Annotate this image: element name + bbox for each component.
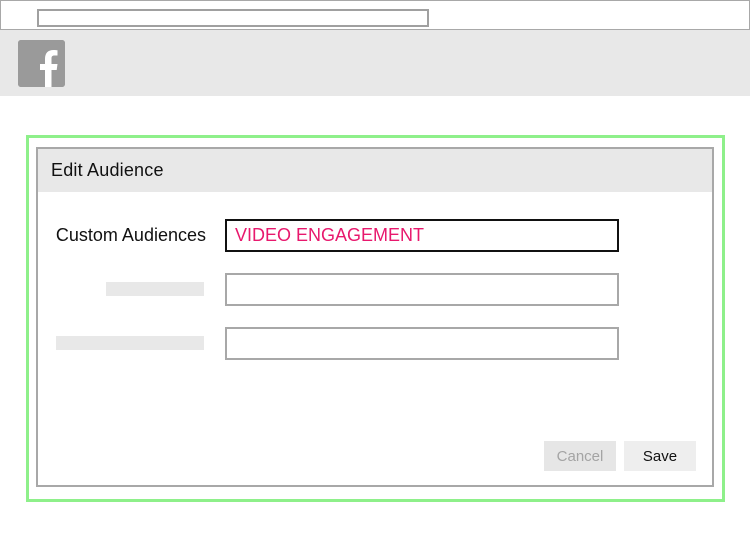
field-label-placeholder: [56, 336, 204, 350]
site-header: [0, 30, 750, 96]
field-label-placeholder: [106, 282, 204, 296]
edit-audience-dialog: Edit Audience Custom Audiences Cancel Sa…: [36, 147, 714, 487]
dialog-header: Edit Audience: [38, 149, 712, 192]
save-button[interactable]: Save: [624, 441, 696, 471]
address-bar[interactable]: [37, 9, 429, 27]
cancel-button[interactable]: Cancel: [544, 441, 616, 471]
facebook-f-icon[interactable]: [18, 40, 65, 87]
browser-toolbar: [0, 0, 750, 30]
second-field-input[interactable]: [225, 273, 619, 306]
third-field-input[interactable]: [225, 327, 619, 360]
custom-audiences-label: Custom Audiences: [55, 225, 206, 245]
custom-audiences-input[interactable]: [225, 219, 619, 252]
dialog-title: Edit Audience: [51, 160, 164, 180]
